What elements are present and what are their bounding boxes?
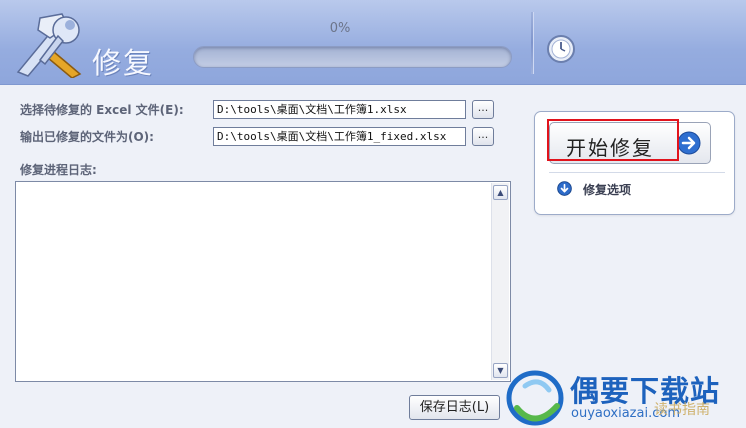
- hammer-wrench-icon: [16, 13, 82, 78]
- source-file-label: 选择待修复的 Excel 文件(E):: [20, 103, 184, 117]
- watermark: 偶要下载站 ouyaoxiazai.com 读书指南: [505, 366, 746, 428]
- arrow-right-circle-icon: [677, 131, 701, 155]
- site-logo-icon: [506, 370, 564, 426]
- panel-divider: [549, 172, 725, 173]
- arrow-down-circle-icon[interactable]: [557, 181, 572, 196]
- output-file-label: 输出已修复的文件为(O):: [20, 130, 154, 144]
- header-divider: [531, 12, 534, 74]
- log-label: 修复进程日志:: [20, 163, 97, 177]
- watermark-note: 读书指南: [654, 402, 710, 418]
- highlight-box: [547, 119, 679, 161]
- output-file-input[interactable]: D:\tools\桌面\文档\工作簿1_fixed.xlsx: [213, 127, 466, 146]
- repair-options-link[interactable]: 修复选项: [583, 181, 631, 198]
- browse-source-button[interactable]: ...: [472, 100, 494, 119]
- clock-icon[interactable]: [546, 34, 576, 64]
- header-bar: 修复 0%: [0, 0, 746, 85]
- log-textarea[interactable]: ▲ ▼: [15, 181, 511, 382]
- save-log-button[interactable]: 保存日志(L): [409, 395, 500, 420]
- scroll-up-icon[interactable]: ▲: [493, 185, 508, 200]
- log-scrollbar[interactable]: ▲ ▼: [491, 183, 509, 380]
- source-file-input[interactable]: D:\tools\桌面\文档\工作簿1.xlsx: [213, 100, 466, 119]
- browse-output-button[interactable]: ...: [472, 127, 494, 146]
- progress-bar: [193, 46, 512, 68]
- progress-percent: 0%: [329, 21, 351, 36]
- page-title: 修复: [92, 46, 155, 80]
